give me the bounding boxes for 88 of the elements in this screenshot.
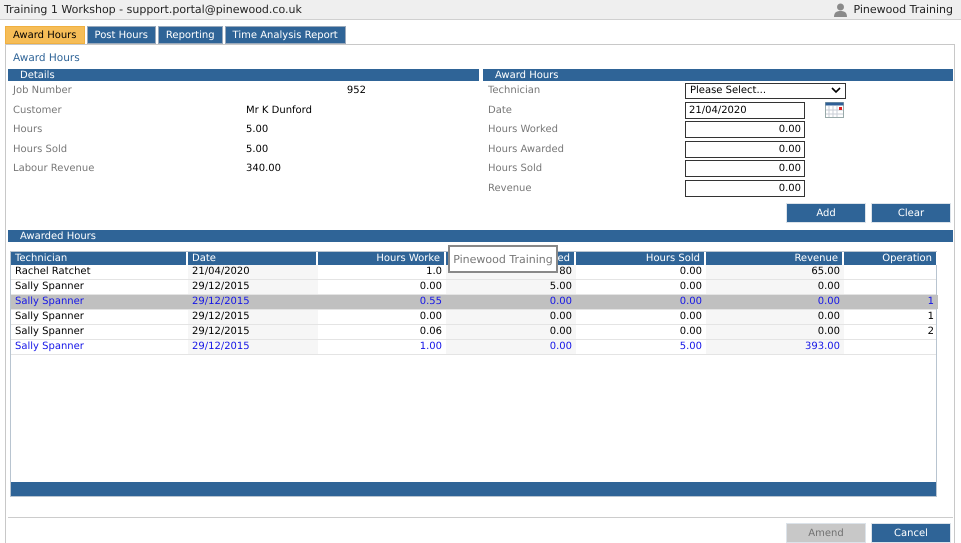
- table-cell: 0.55: [420, 296, 442, 307]
- window-title: Training 1 Workshop - support.portal@pinewood.co.uk: [4, 3, 302, 16]
- form-button[interactable]: Clear: [871, 203, 951, 223]
- section-title: Awarded Hours: [20, 230, 96, 242]
- field-label: Hours: [12, 124, 44, 136]
- tab[interactable]: Post Hours: [86, 26, 156, 44]
- table-cell: 0.00: [680, 311, 702, 322]
- table-cell: 1.00: [420, 341, 442, 352]
- table-cell: 21/04/2020: [192, 266, 250, 277]
- section-title: Details: [20, 70, 55, 80]
- field-label: Customer: [12, 104, 63, 116]
- table-cell: 393.00: [805, 341, 840, 352]
- table-cell: 29/12/2015: [192, 341, 250, 352]
- table-row[interactable]: Sally Spanner 29/12/2015 0.00 0.00 0.00 0.00 1: [11, 310, 936, 325]
- field-label: Hours Worked: [487, 124, 559, 136]
- field-label: Job Number: [12, 85, 73, 96]
- section-title: Award Hours: [495, 70, 559, 80]
- table-cell: Sally Spanner: [15, 326, 84, 337]
- field-label: Hours Awarded: [487, 144, 566, 155]
- field-label: Hours Sold: [12, 144, 68, 155]
- table-cell: 0.00: [680, 296, 702, 307]
- table-cell: 1: [928, 296, 934, 307]
- user-icon: [834, 2, 848, 16]
- field-value: 952: [346, 85, 366, 96]
- chevron-down-icon: [831, 87, 841, 94]
- column-header[interactable]: Operation: [844, 252, 938, 265]
- table-cell: Rachel Ratchet: [15, 266, 90, 277]
- tab[interactable]: Reporting: [158, 26, 223, 44]
- table-cell: Sally Spanner: [15, 311, 84, 322]
- table-cell: 2: [928, 326, 934, 337]
- date-field[interactable]: 21/04/2020: [685, 102, 805, 119]
- field-value: 5.00: [246, 124, 268, 136]
- field-label: Technician: [487, 85, 542, 96]
- field-label: Labour Revenue: [12, 163, 96, 174]
- number-field[interactable]: 0.00: [685, 121, 805, 138]
- column-header[interactable]: Hours Sold: [576, 252, 706, 265]
- table-row[interactable]: Sally Spanner 29/12/2015 1.00 0.00 5.00 393.00: [11, 340, 936, 355]
- table-cell: 29/12/2015: [192, 281, 250, 292]
- table-cell: 0.00: [420, 281, 442, 292]
- table-cell: 0.00: [550, 326, 572, 337]
- field-label: Revenue: [487, 182, 533, 194]
- column-header[interactable]: Technician: [11, 252, 188, 265]
- table-cell: 80: [559, 266, 572, 277]
- field-label: Hours Sold: [487, 163, 544, 174]
- field-value: Mr K Dunford: [246, 104, 312, 116]
- column-header[interactable]: Date: [188, 252, 318, 265]
- table-cell: 0.00: [680, 281, 702, 292]
- column-header[interactable]: Hours Worke: [318, 252, 446, 265]
- number-field[interactable]: 0.00: [685, 180, 805, 197]
- table-cell: 0.00: [420, 311, 442, 322]
- table-cell: 1.0: [426, 266, 442, 277]
- field-label: Date: [487, 104, 513, 116]
- table-cell: 1: [928, 311, 934, 322]
- table-row[interactable]: Sally Spanner 29/12/2015 0.06 0.00 0.00 0.00 2: [11, 325, 936, 340]
- table-cell: 0.00: [550, 296, 572, 307]
- number-field[interactable]: 0.00: [685, 140, 805, 158]
- user-name: Pinewood Training: [853, 3, 953, 16]
- technician-dropdown[interactable]: Please Select...: [685, 82, 846, 99]
- table-cell: Sally Spanner: [15, 341, 84, 352]
- table-cell: Sally Spanner: [15, 296, 84, 307]
- table-cell: 5.00: [680, 341, 702, 352]
- table-cell: 0.00: [550, 341, 572, 352]
- table-cell: 29/12/2015: [192, 326, 250, 337]
- field-value: 5.00: [246, 144, 268, 155]
- tab[interactable]: Award Hours: [5, 26, 85, 44]
- table-cell: 0.00: [818, 281, 840, 292]
- table-cell: 0.00: [680, 326, 702, 337]
- tab[interactable]: Time Analysis Report: [224, 26, 346, 44]
- table-cell: 0.00: [550, 311, 572, 322]
- tooltip: Pinewood Training: [448, 245, 558, 273]
- number-field[interactable]: 0.00: [685, 160, 805, 178]
- table-cell: 5.00: [550, 281, 572, 292]
- field-value: 340.00: [246, 163, 281, 174]
- calendar-icon[interactable]: [825, 102, 844, 118]
- table-cell: 0.00: [818, 311, 840, 322]
- form-button[interactable]: Add: [786, 203, 866, 223]
- table-cell: 65.00: [811, 266, 840, 277]
- column-header[interactable]: Revenue: [706, 252, 844, 265]
- table-cell: 0.06: [420, 326, 442, 337]
- footer-button[interactable]: Cancel: [871, 523, 951, 543]
- table-row[interactable]: Sally Spanner 29/12/2015 0.55 0.00 0.00 0.00 1: [11, 295, 936, 310]
- table-cell: 0.00: [818, 296, 840, 307]
- table-cell: 0.00: [680, 266, 702, 277]
- table-cell: 29/12/2015: [192, 296, 250, 307]
- page-title: Award Hours: [12, 51, 81, 66]
- table-cell: 29/12/2015: [192, 311, 250, 322]
- table-cell: Sally Spanner: [15, 281, 84, 292]
- table-cell: 0.00: [818, 326, 840, 337]
